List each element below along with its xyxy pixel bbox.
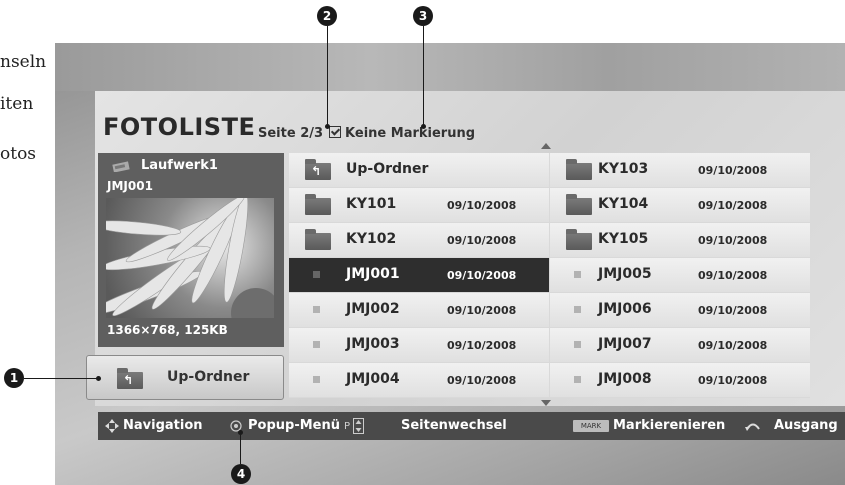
page-info: Seite 2/3 Keine Markierung [258, 126, 475, 141]
page-up-down-icon [353, 418, 364, 434]
folder-icon [305, 194, 331, 215]
hint-mark: Markierenieren [613, 418, 726, 433]
scroll-down-arrow-icon[interactable] [541, 400, 551, 406]
page-key-label: P [344, 421, 351, 432]
drive-label: Laufwerk1 [141, 158, 218, 173]
bottom-help-bar: Navigation Popup-Menü P Seitenwechsel MA… [98, 412, 845, 440]
list-item[interactable]: KY104 09/10/2008 [550, 188, 810, 222]
list-item[interactable]: KY105 09/10/2008 [550, 223, 810, 257]
item-name: KY103 [598, 161, 649, 177]
item-date: 09/10/2008 [698, 374, 768, 387]
item-date: 09/10/2008 [698, 339, 768, 352]
up-folder-icon: ↰ [305, 159, 331, 180]
item-name: Up-Ordner [346, 161, 429, 177]
item-name: KY104 [598, 196, 649, 212]
list-item[interactable]: JMJ003 09/10/2008 [289, 328, 549, 362]
callout-3-leader [423, 26, 424, 126]
up-folder-button-label: Up-Ordner [167, 369, 250, 385]
callout-2-dot [325, 124, 330, 129]
list-item[interactable]: JMJ004 09/10/2008 [289, 363, 549, 397]
scroll-up-arrow-icon[interactable] [541, 143, 551, 149]
up-folder-button[interactable]: ↰ Up-Ordner [86, 355, 284, 400]
callout-2-leader [327, 26, 328, 126]
item-name: JMJ003 [346, 336, 400, 352]
item-date: 09/10/2008 [447, 234, 517, 247]
item-date: 09/10/2008 [698, 304, 768, 317]
photo-icon [574, 341, 581, 348]
preview-pane: Laufwerk1 JMJ001 1366×768, 125KB [98, 153, 284, 347]
page-title: FOTOLISTE [103, 113, 256, 141]
item-date: 09/10/2008 [698, 234, 768, 247]
mark-key-icon: MARK [573, 420, 609, 432]
manual-text-line-1: nseln [0, 52, 47, 72]
hint-exit: Ausgang [774, 418, 838, 433]
list-item[interactable]: KY101 09/10/2008 [289, 188, 549, 222]
photo-icon [574, 376, 581, 383]
list-item[interactable]: JMJ007 09/10/2008 [550, 328, 810, 362]
callout-1-leader [24, 378, 98, 379]
photo-icon [574, 271, 581, 278]
back-arrow-icon [745, 423, 760, 431]
folder-icon [566, 229, 592, 250]
list-item[interactable]: JMJ002 09/10/2008 [289, 293, 549, 327]
item-name: JMJ006 [598, 301, 652, 317]
list-item[interactable]: JMJ005 09/10/2008 [550, 258, 810, 292]
photo-icon [313, 271, 320, 278]
mark-status: Keine Markierung [345, 126, 476, 141]
usb-drive-icon [112, 161, 130, 172]
folder-icon [566, 194, 592, 215]
item-date: 09/10/2008 [447, 374, 517, 387]
list-item-selected[interactable]: JMJ001 09/10/2008 [289, 258, 549, 292]
preview-file-name: JMJ001 [107, 179, 153, 193]
photo-icon [313, 306, 320, 313]
item-name: JMJ008 [598, 371, 652, 387]
callout-1-dot [96, 376, 101, 381]
manual-text-line-2: iten [0, 94, 34, 114]
callout-3: 3 [413, 6, 433, 26]
screen-top-band [55, 43, 845, 91]
callout-2: 2 [317, 6, 337, 26]
photo-icon [313, 376, 320, 383]
list-item[interactable]: KY103 09/10/2008 [550, 153, 810, 187]
photo-icon [574, 306, 581, 313]
list-item[interactable]: JMJ008 09/10/2008 [550, 363, 810, 397]
callout-4: 4 [231, 464, 251, 484]
callout-4-leader [240, 432, 241, 464]
folder-icon [566, 159, 592, 180]
item-name: JMJ004 [346, 371, 400, 387]
list-item[interactable]: KY102 09/10/2008 [289, 223, 549, 257]
photo-thumbnail [106, 198, 274, 318]
item-name: KY101 [346, 196, 397, 212]
file-grid: ↰ Up-Ordner KY101 09/10/2008 KY102 09/10… [289, 153, 810, 398]
photo-icon [313, 341, 320, 348]
callout-3-dot [421, 124, 426, 129]
up-folder-icon: ↰ [117, 368, 143, 389]
flower-image [106, 198, 274, 318]
item-name: KY102 [346, 231, 397, 247]
folder-icon [305, 229, 331, 250]
item-date: 09/10/2008 [447, 339, 517, 352]
manual-text-line-3: otos [0, 144, 37, 164]
item-date: 09/10/2008 [698, 199, 768, 212]
item-name: JMJ002 [346, 301, 400, 317]
item-name: JMJ005 [598, 266, 652, 282]
item-name: JMJ001 [346, 266, 400, 282]
item-date: 09/10/2008 [698, 164, 768, 177]
item-date: 09/10/2008 [447, 304, 517, 317]
list-item[interactable]: ↰ Up-Ordner [289, 153, 549, 187]
callout-1: 1 [4, 368, 24, 388]
checkbox-icon [329, 126, 342, 138]
hint-page-change: Seitenwechsel [401, 418, 507, 433]
item-date: 09/10/2008 [447, 269, 517, 282]
item-date: 09/10/2008 [447, 199, 517, 212]
item-name: KY105 [598, 231, 649, 247]
item-date: 09/10/2008 [698, 269, 768, 282]
page-indicator: Seite 2/3 [258, 126, 324, 141]
dpad-icon [105, 419, 119, 433]
hint-navigation: Navigation [123, 418, 203, 433]
list-item[interactable]: JMJ006 09/10/2008 [550, 293, 810, 327]
hint-popup-menu: Popup-Menü [248, 418, 340, 433]
image-info: 1366×768, 125KB [107, 323, 228, 337]
item-name: JMJ007 [598, 336, 652, 352]
